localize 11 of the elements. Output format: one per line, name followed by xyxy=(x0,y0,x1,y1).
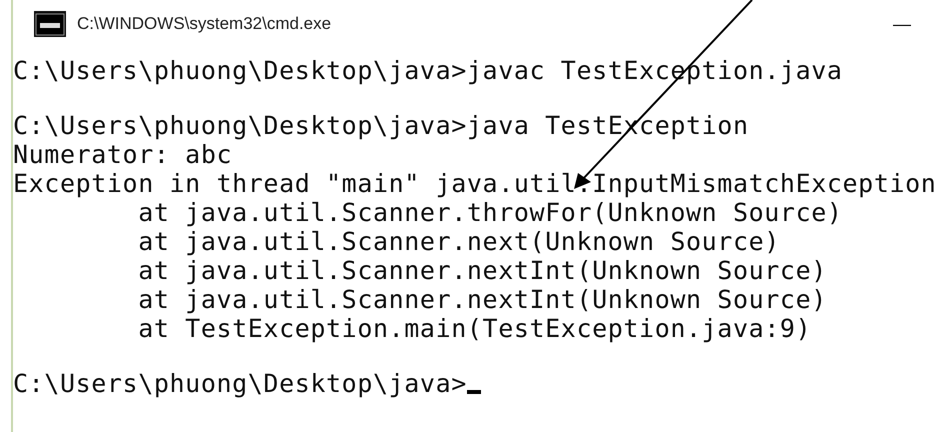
minimize-button[interactable]: — xyxy=(893,15,911,33)
console-line: at java.util.Scanner.next(Unknown Source) xyxy=(137,227,780,256)
console-line: Exception in thread "main" java.util.InputMismatchException xyxy=(13,169,936,198)
console-line: at java.util.Scanner.throwFor(Unknown Source) xyxy=(137,198,843,227)
terminal-icon xyxy=(34,11,66,37)
window-title: C:\WINDOWS\system32\cmd.exe xyxy=(77,13,332,36)
console-line: at java.util.Scanner.nextInt(Unknown Source) xyxy=(137,285,827,314)
console-line: at TestException.main(TestException.java:9) xyxy=(137,314,812,343)
console-line: at java.util.Scanner.nextInt(Unknown Source) xyxy=(137,256,827,285)
console-line: Numerator: abc xyxy=(13,140,232,169)
console-line: C:\Users\phuong\Desktop\java> xyxy=(13,369,467,398)
